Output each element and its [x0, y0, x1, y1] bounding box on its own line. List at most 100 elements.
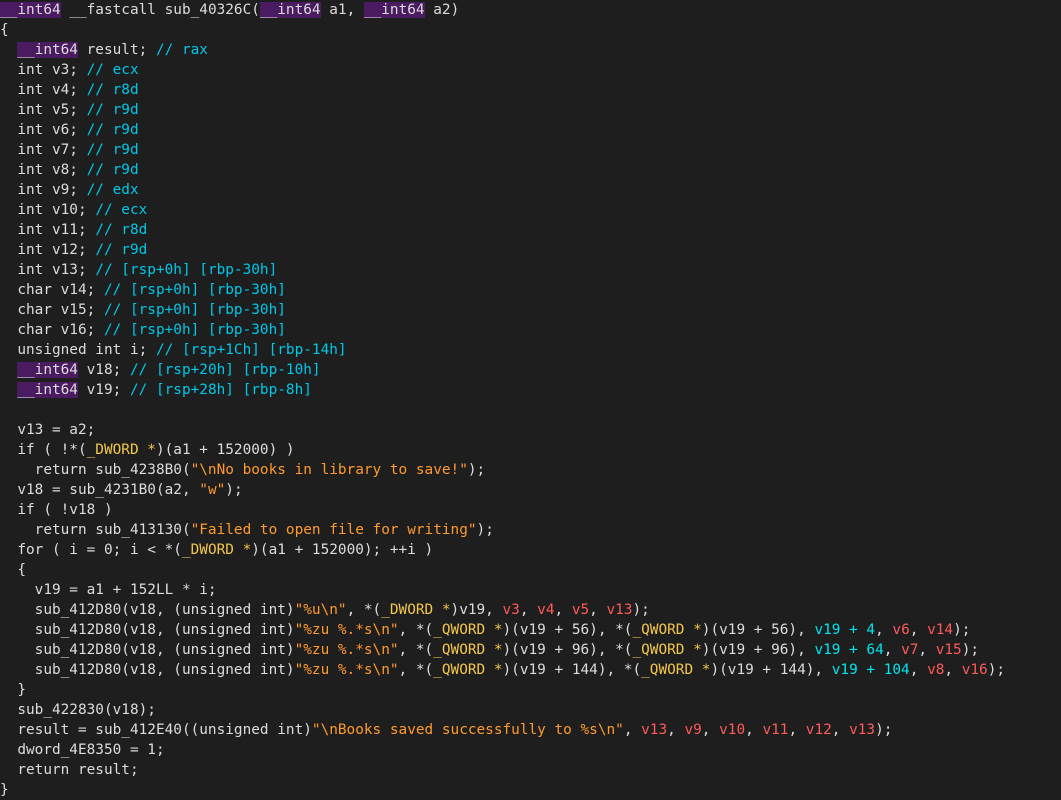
code-token[interactable]: v19 + 64	[814, 642, 883, 658]
code-token[interactable]: "%u\n"	[295, 602, 347, 618]
code-line[interactable]: __int64 v18; // [rsp+20h] [rbp-10h]	[0, 360, 1061, 380]
code-line[interactable]: sub_412D80(v18, (unsigned int)"%zu %.*s\…	[0, 640, 1061, 660]
code-token[interactable]: , *(	[347, 602, 382, 618]
code-token[interactable]: int v11;	[0, 222, 95, 238]
code-line[interactable]: __int64 v19; // [rsp+28h] [rbp-8h]	[0, 380, 1061, 400]
code-token[interactable]: _DWORD *	[381, 602, 450, 618]
code-token[interactable]: ,	[624, 722, 641, 738]
code-token[interactable]: // r9d	[87, 122, 139, 138]
code-token[interactable]: // [rsp+0h] [rbp-30h]	[104, 302, 286, 318]
code-line[interactable]: return sub_413130("Failed to open file f…	[0, 520, 1061, 540]
code-token[interactable]: // ecx	[87, 62, 139, 78]
code-token[interactable]	[0, 382, 17, 398]
code-token[interactable]: __int64	[17, 382, 78, 398]
code-token[interactable]: )(v19 + 96), *(	[503, 642, 633, 658]
code-token[interactable]: ,	[520, 602, 537, 618]
code-token[interactable]: // r8d	[87, 82, 139, 98]
code-token[interactable]: for ( i = 0; i < *(	[0, 542, 182, 558]
code-token[interactable]: // edx	[87, 182, 139, 198]
code-line[interactable]: }	[0, 780, 1061, 800]
code-token[interactable]: , *(	[399, 642, 434, 658]
code-token[interactable]: __fastcall sub_40326C(	[61, 2, 260, 18]
code-token[interactable]: ,	[910, 662, 927, 678]
code-token[interactable]: return sub_4238B0(	[0, 462, 191, 478]
code-token[interactable]: )(a1 + 152000) )	[156, 442, 295, 458]
code-token[interactable]: v13	[606, 602, 632, 618]
code-token[interactable]: __int64	[259, 2, 321, 18]
code-token[interactable]: // [rsp+28h] [rbp-8h]	[130, 382, 312, 398]
code-line[interactable]: int v4; // r8d	[0, 80, 1061, 100]
code-token[interactable]: "w"	[199, 482, 225, 498]
code-token[interactable]: // [rsp+0h] [rbp-30h]	[104, 322, 286, 338]
code-token[interactable]: int v4;	[0, 82, 87, 98]
code-token[interactable]: int v5;	[0, 102, 87, 118]
code-token[interactable]: v18 = sub_4231B0(a2,	[0, 482, 199, 498]
code-token[interactable]: ,	[918, 642, 935, 658]
code-token[interactable]: v6	[892, 622, 909, 638]
code-token[interactable]: sub_412D80(v18, (unsigned int)	[0, 662, 295, 678]
code-line[interactable]: char v15; // [rsp+0h] [rbp-30h]	[0, 300, 1061, 320]
code-token[interactable]	[0, 42, 17, 58]
code-token[interactable]: );	[477, 522, 494, 538]
code-token[interactable]: , *(	[399, 662, 434, 678]
code-token[interactable]: // [rsp+1Ch] [rbp-14h]	[156, 342, 347, 358]
code-line[interactable]: int v5; // r9d	[0, 100, 1061, 120]
code-token[interactable]: int v12;	[0, 242, 95, 258]
code-token[interactable]: }	[0, 682, 26, 698]
code-token[interactable]: ,	[788, 722, 805, 738]
code-token[interactable]: v19 + 104	[832, 662, 910, 678]
code-token[interactable]: _QWORD *	[433, 642, 502, 658]
code-token[interactable]: // r9d	[87, 102, 139, 118]
code-token[interactable]: );	[875, 722, 892, 738]
code-token[interactable]: int v3;	[0, 62, 87, 78]
code-token[interactable]: sub_412D80(v18, (unsigned int)	[0, 642, 295, 658]
code-token[interactable]: int v6;	[0, 122, 87, 138]
code-token[interactable]: v15	[936, 642, 962, 658]
code-token[interactable]: char v16;	[0, 322, 104, 338]
code-line[interactable]: int v8; // r9d	[0, 160, 1061, 180]
code-line[interactable]: for ( i = 0; i < *(_DWORD *)(a1 + 152000…	[0, 540, 1061, 560]
code-token[interactable]: "%zu %.*s\n"	[295, 622, 399, 638]
code-token[interactable]: char v15;	[0, 302, 104, 318]
code-token[interactable]: );	[225, 482, 242, 498]
code-line[interactable]: int v12; // r9d	[0, 240, 1061, 260]
code-token[interactable]: a2)	[425, 2, 459, 18]
code-token[interactable]: )(v19 + 56), *(	[503, 622, 633, 638]
code-line[interactable]: v18 = sub_4231B0(a2, "w");	[0, 480, 1061, 500]
code-line[interactable]: sub_412D80(v18, (unsigned int)"%u\n", *(…	[0, 600, 1061, 620]
code-line[interactable]: int v6; // r9d	[0, 120, 1061, 140]
code-token[interactable]: // r9d	[87, 142, 139, 158]
code-token[interactable]: v18;	[78, 362, 130, 378]
code-token[interactable]: // [rsp+20h] [rbp-10h]	[130, 362, 321, 378]
code-line[interactable]: sub_412D80(v18, (unsigned int)"%zu %.*s\…	[0, 620, 1061, 640]
code-token[interactable]: // ecx	[95, 202, 147, 218]
code-token[interactable]	[0, 362, 17, 378]
code-token[interactable]: {	[0, 562, 26, 578]
code-token[interactable]: v13 = a2;	[0, 422, 95, 438]
code-token[interactable]: "%zu %.*s\n"	[295, 662, 399, 678]
code-token[interactable]: sub_422830(v18);	[0, 702, 156, 718]
code-line[interactable]: char v14; // [rsp+0h] [rbp-30h]	[0, 280, 1061, 300]
code-token[interactable]: int v8;	[0, 162, 87, 178]
code-token[interactable]: dword_4E8350 = 1;	[0, 742, 164, 758]
code-token[interactable]: if ( !*(	[0, 442, 86, 458]
code-token[interactable]: return sub_413130(	[0, 522, 191, 538]
code-token[interactable]: "\nBooks saved successfully to %s\n"	[312, 722, 624, 738]
code-token[interactable]: )v19,	[451, 602, 503, 618]
code-view[interactable]: __int64 __fastcall sub_40326C(__int64 a1…	[0, 0, 1061, 800]
code-token[interactable]: result;	[78, 42, 156, 58]
code-line[interactable]: int v7; // r9d	[0, 140, 1061, 160]
code-token[interactable]: )(v19 + 144),	[710, 662, 831, 678]
code-token[interactable]: v19;	[78, 382, 130, 398]
code-line[interactable]: int v11; // r8d	[0, 220, 1061, 240]
code-token[interactable]: _QWORD *	[433, 662, 502, 678]
code-token[interactable]: }	[0, 782, 9, 798]
code-token[interactable]: v11	[762, 722, 788, 738]
code-token[interactable]: "%zu %.*s\n"	[295, 642, 399, 658]
code-token[interactable]: );	[953, 622, 970, 638]
code-token[interactable]: _DWORD *	[182, 542, 251, 558]
code-token[interactable]: );	[632, 602, 649, 618]
code-token[interactable]: __int64	[17, 42, 78, 58]
code-token[interactable]: unsigned int i;	[0, 342, 156, 358]
code-token[interactable]: int v7;	[0, 142, 87, 158]
